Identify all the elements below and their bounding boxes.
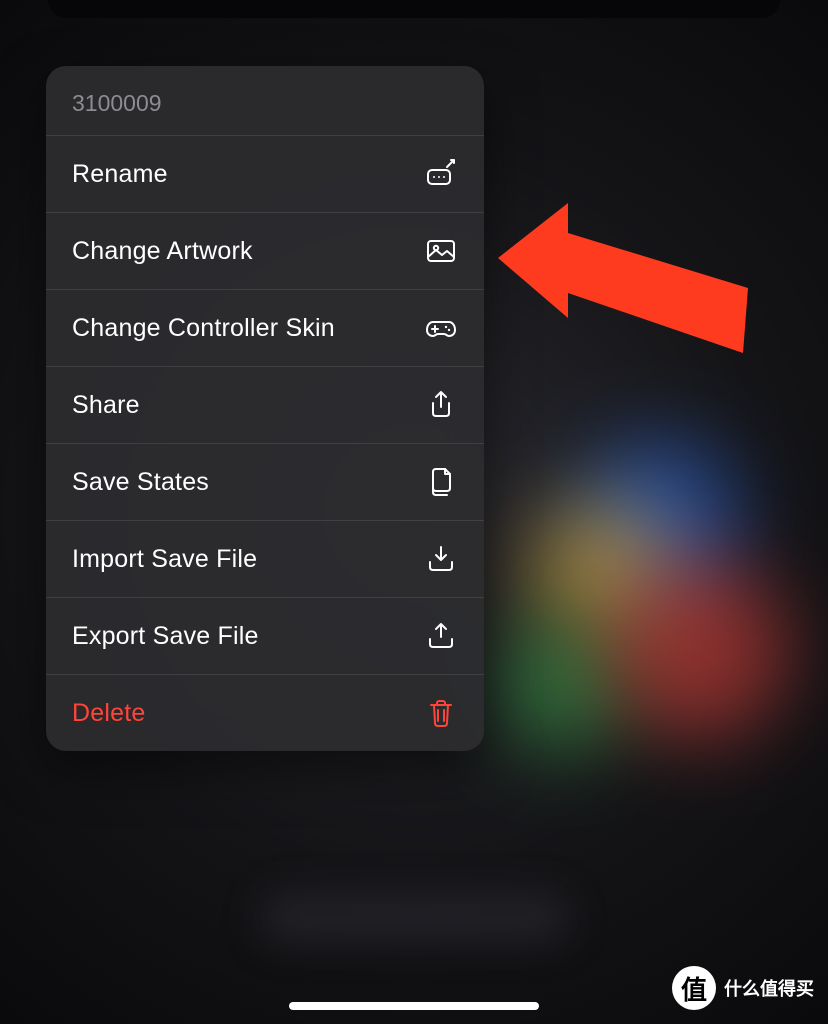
menu-item-label: Delete [72, 699, 145, 728]
controller-icon [424, 311, 458, 345]
watermark-badge: 值 [672, 966, 716, 1010]
background-card [48, 0, 780, 18]
watermark-text: 什么值得买 [724, 975, 814, 1001]
rename-icon [424, 157, 458, 191]
home-indicator[interactable] [289, 1002, 539, 1010]
trash-icon [424, 696, 458, 730]
import-icon [424, 542, 458, 576]
menu-item-import-save-file[interactable]: Import Save File [46, 520, 484, 597]
share-icon [424, 388, 458, 422]
menu-item-rename[interactable]: Rename [46, 135, 484, 212]
context-menu-title: 3100009 [46, 66, 484, 135]
image-icon [424, 234, 458, 268]
menu-item-label: Change Controller Skin [72, 314, 335, 343]
menu-item-label: Share [72, 391, 140, 420]
menu-item-export-save-file[interactable]: Export Save File [46, 597, 484, 674]
menu-item-label: Export Save File [72, 622, 259, 651]
watermark: 值 什么值得买 [672, 966, 814, 1010]
documents-icon [424, 465, 458, 499]
menu-item-change-controller-skin[interactable]: Change Controller Skin [46, 289, 484, 366]
menu-item-delete[interactable]: Delete [46, 674, 484, 751]
menu-item-label: Rename [72, 160, 168, 189]
menu-item-save-states[interactable]: Save States [46, 443, 484, 520]
background-toolbar-blur [260, 892, 570, 944]
menu-item-label: Change Artwork [72, 237, 253, 266]
menu-item-share[interactable]: Share [46, 366, 484, 443]
background-blob [608, 560, 788, 740]
export-icon [424, 619, 458, 653]
menu-item-label: Save States [72, 468, 209, 497]
screen: 3100009 Rename Change Artwork Change Con… [0, 0, 828, 1024]
context-menu: 3100009 Rename Change Artwork Change Con… [46, 66, 484, 751]
annotation-arrow [498, 198, 758, 403]
menu-item-change-artwork[interactable]: Change Artwork [46, 212, 484, 289]
menu-item-label: Import Save File [72, 545, 257, 574]
